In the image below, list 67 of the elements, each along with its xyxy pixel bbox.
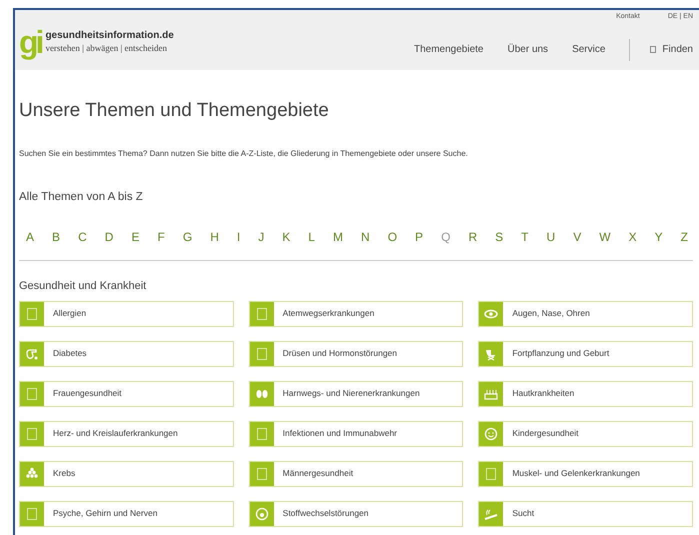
topic-link[interactable]: Kindergesundheit	[478, 420, 693, 447]
square-icon	[486, 468, 496, 480]
square-icon	[27, 508, 37, 520]
letter-link: Q	[441, 229, 450, 246]
topic-link[interactable]: Hautkrankheiten	[478, 380, 693, 407]
search-button[interactable]: Finden	[650, 42, 693, 57]
topic-link[interactable]: Frauengesundheit	[19, 380, 234, 407]
letter-link[interactable]: C	[78, 228, 87, 246]
topic-link[interactable]: Stoffwechselstörungen	[248, 500, 464, 527]
letter-link[interactable]: J	[258, 228, 264, 246]
topic-link[interactable]: Harnwegs- und Nierenerkrankungen	[248, 380, 464, 407]
letter-link[interactable]: G	[182, 228, 192, 246]
letter-link[interactable]: U	[546, 228, 556, 246]
intro-text: Suchen Sie ein bestimmtes Thema? Dann nutzen Sie bitte die A-Z-Liste, die Gliederung in Themengebiete oder unsere Suche.	[19, 148, 469, 160]
letter-link[interactable]: M	[332, 228, 343, 246]
topic-link[interactable]: Infektionen und Immunabwehr	[248, 420, 464, 447]
square-icon	[256, 428, 267, 440]
letter-link[interactable]: T	[521, 228, 528, 246]
letter-link[interactable]: P	[415, 228, 424, 246]
topic-link[interactable]: Drüsen und Hormonstörungen	[248, 340, 464, 367]
letter-link[interactable]: H	[210, 228, 219, 246]
topic-link[interactable]: Augen, Nase, Ohren	[478, 300, 693, 327]
topic-link[interactable]: Muskel- und Gelenkerkrankungen	[478, 460, 693, 487]
letter-link[interactable]: W	[599, 228, 611, 246]
topic-link[interactable]: Herz- und Kreislauferkrankungen	[19, 420, 234, 447]
topic-link[interactable]: Allergien	[19, 300, 234, 327]
letter-link[interactable]: X	[628, 228, 637, 246]
topic-link[interactable]: Diabetes	[19, 340, 234, 367]
site-name: gesundheitsinformation.de	[45, 30, 174, 43]
letter-link[interactable]: Z	[680, 228, 688, 246]
letter-link[interactable]: N	[361, 228, 370, 246]
square-icon	[27, 308, 37, 320]
topic-link[interactable]: Atemwegserkrankungen	[248, 300, 464, 327]
letter-link[interactable]: L	[308, 228, 315, 246]
letter-link[interactable]: E	[131, 228, 140, 246]
square-icon	[650, 46, 656, 53]
letter-link[interactable]: A	[26, 228, 34, 246]
letter-link[interactable]: Y	[654, 228, 663, 246]
square-icon	[256, 348, 267, 360]
section-heading: Gesundheit und Krankheit	[19, 279, 148, 294]
letter-link[interactable]: I	[236, 228, 240, 246]
nav-link[interactable]: Über uns	[507, 42, 548, 57]
az-heading: Alle Themen von A bis Z	[19, 190, 144, 205]
cigarette-icon	[484, 506, 498, 521]
square-icon	[27, 428, 37, 440]
letter-link[interactable]: B	[52, 228, 60, 246]
tagline: verstehen | abwägen | entscheiden	[45, 42, 168, 54]
letter-link[interactable]: F	[157, 228, 165, 246]
topic-link[interactable]: Krebs	[19, 460, 234, 487]
topic-link[interactable]: Fortpflanzung und Geburt	[478, 340, 693, 367]
topic-link[interactable]: Sucht	[478, 500, 693, 527]
smiley-icon	[484, 426, 498, 441]
letter-link[interactable]: D	[104, 228, 114, 246]
letter-link[interactable]: K	[282, 228, 290, 246]
page-title: Unsere Themen und Themengebiete	[19, 101, 330, 120]
letter-link[interactable]: V	[573, 228, 582, 246]
nav-link[interactable]: Themengebiete	[414, 42, 484, 57]
circle-icon	[254, 506, 269, 521]
square-icon	[256, 308, 267, 320]
square-icon	[27, 388, 37, 400]
letter-link[interactable]: S	[495, 228, 504, 246]
letter-link[interactable]: O	[388, 228, 398, 246]
square-icon	[256, 468, 267, 480]
topic-link[interactable]: Männergesundheit	[248, 460, 464, 487]
nav-link[interactable]: Service	[572, 42, 606, 57]
topic-link[interactable]: Psyche, Gehirn und Nerven	[19, 500, 234, 527]
letter-link[interactable]: R	[468, 228, 478, 246]
